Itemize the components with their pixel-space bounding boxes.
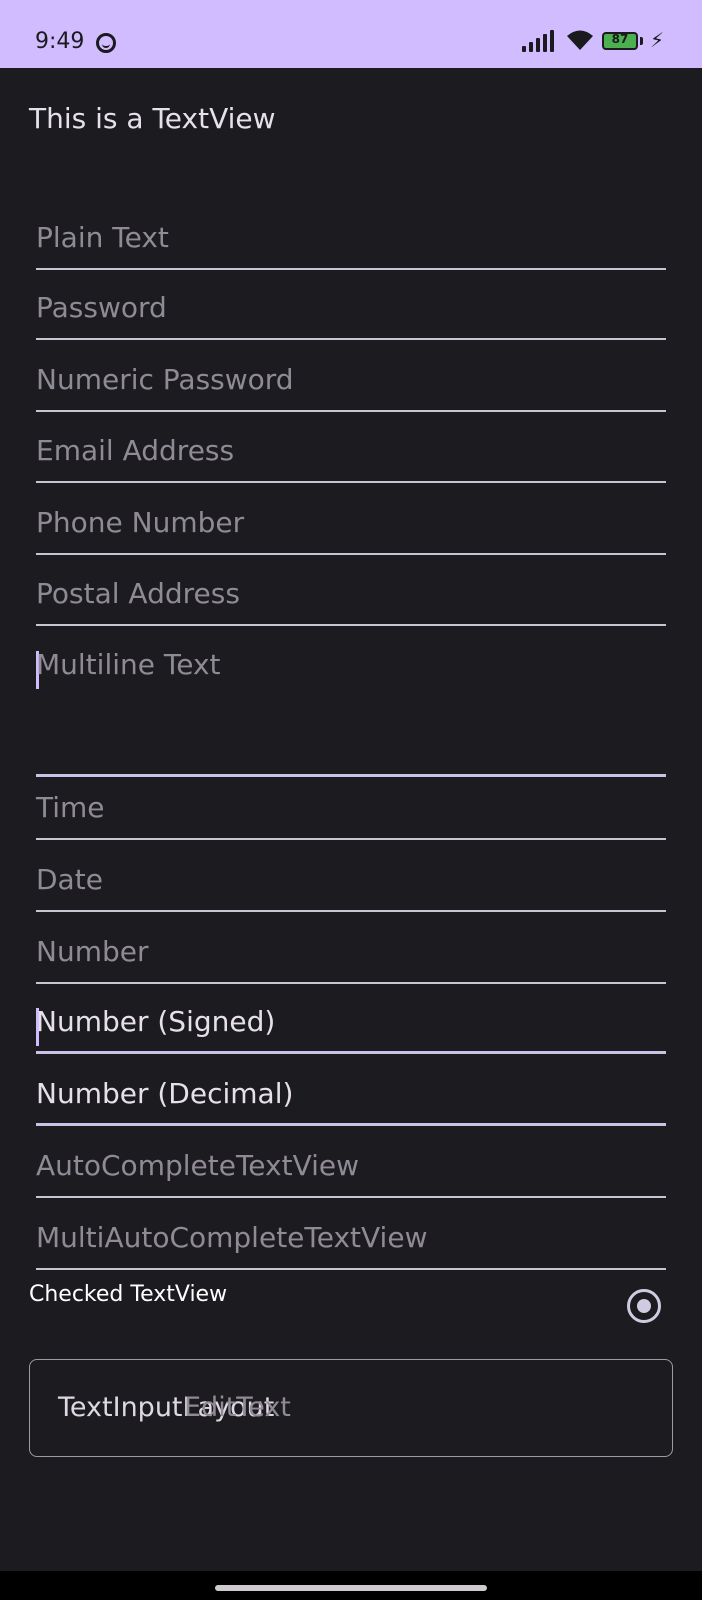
email-field[interactable]: Email Address: [36, 425, 666, 483]
battery-level: 87: [611, 32, 629, 46]
text-input-layout-hint: EditText: [184, 1392, 291, 1423]
numeric-password-field[interactable]: Numeric Password: [36, 354, 666, 412]
phone-hint: Phone Number: [36, 506, 245, 539]
plain-text-hint: Plain Text: [36, 221, 169, 254]
time-hint: Time: [36, 791, 105, 824]
checked-textview-label[interactable]: Checked TextView: [29, 1282, 227, 1307]
date-field[interactable]: Date: [36, 854, 666, 912]
number-hint: Number: [36, 935, 149, 968]
status-time: 9:49: [35, 29, 85, 54]
number-decimal-hint: Number (Decimal): [36, 1077, 294, 1110]
signal-icon: [522, 30, 556, 52]
multi-autocomplete-hint: MultiAutoCompleteTextView: [36, 1221, 428, 1254]
autocomplete-field[interactable]: AutoCompleteTextView: [36, 1140, 666, 1198]
charging-icon: ⚡: [650, 28, 665, 52]
wifi-icon: [565, 28, 595, 57]
gesture-handle[interactable]: [215, 1585, 487, 1591]
battery-icon: 87: [602, 32, 638, 50]
numeric-password-hint: Numeric Password: [36, 363, 294, 396]
radio-checked-icon[interactable]: [627, 1289, 661, 1323]
number-field[interactable]: Number: [36, 926, 666, 984]
password-hint: Password: [36, 291, 167, 324]
text-input-layout[interactable]: TextInputLayout EditText: [29, 1359, 673, 1457]
textview: This is a TextView: [29, 102, 276, 135]
postal-field[interactable]: Postal Address: [36, 568, 666, 626]
postal-hint: Postal Address: [36, 577, 240, 610]
time-field[interactable]: Time: [36, 782, 666, 840]
password-field[interactable]: Password: [36, 282, 666, 340]
multiline-hint: Multiline Text: [36, 648, 221, 681]
number-signed-field[interactable]: Number (Signed): [36, 996, 666, 1054]
battery-tip: [640, 37, 643, 45]
multiline-field[interactable]: Multiline Text: [36, 639, 666, 777]
email-hint: Email Address: [36, 434, 235, 467]
autocomplete-hint: AutoCompleteTextView: [36, 1149, 360, 1182]
number-decimal-field[interactable]: Number (Decimal): [36, 1068, 666, 1126]
phone-field[interactable]: Phone Number: [36, 497, 666, 555]
face-icon: [96, 33, 116, 53]
date-hint: Date: [36, 863, 103, 896]
number-signed-hint: Number (Signed): [36, 1005, 276, 1038]
plain-text-field[interactable]: Plain Text: [36, 212, 666, 270]
status-bar: 9:49 87 ⚡: [0, 0, 702, 68]
multi-autocomplete-field[interactable]: MultiAutoCompleteTextView: [36, 1212, 666, 1270]
